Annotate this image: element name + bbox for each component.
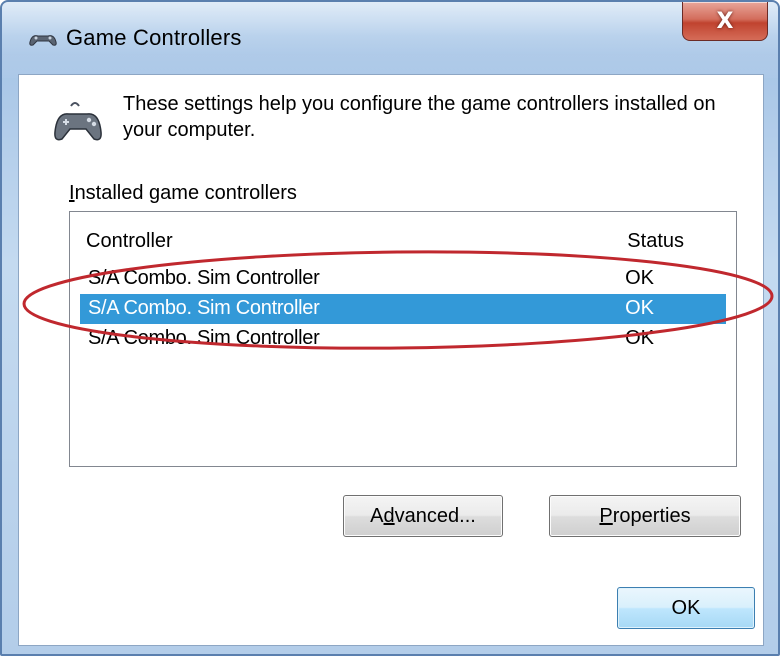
advanced-label-a: A bbox=[370, 504, 384, 527]
properties-accelerator: P bbox=[599, 504, 613, 527]
properties-label-rest: roperties bbox=[612, 504, 691, 527]
controller-name: S/A Combo. Sim Controller bbox=[88, 327, 320, 349]
controller-status: OK bbox=[625, 267, 654, 289]
close-icon: X bbox=[716, 8, 734, 34]
description-text: These settings help you configure the ga… bbox=[123, 93, 716, 141]
advanced-button[interactable]: Ad vanced... bbox=[343, 495, 503, 537]
controller-name: S/A Combo. Sim Controller bbox=[88, 297, 320, 319]
column-header-controller[interactable]: Controller bbox=[86, 230, 173, 253]
window-title: Game Controllers bbox=[66, 25, 242, 50]
controller-status: OK bbox=[625, 327, 654, 349]
list-item-selected[interactable]: S/A Combo. Sim Controller OK bbox=[80, 294, 726, 324]
game-controllers-window: Game Controllers X These settings help y… bbox=[0, 0, 780, 656]
ok-button[interactable]: OK bbox=[617, 587, 755, 629]
label-rest: nstalled game controllers bbox=[74, 182, 297, 204]
advanced-label-rest: vanced... bbox=[394, 504, 476, 527]
ok-label: OK bbox=[671, 596, 701, 619]
dialog-client-area: These settings help you configure the ga… bbox=[18, 74, 764, 646]
advanced-accelerator: d bbox=[383, 504, 395, 527]
controller-name: S/A Combo. Sim Controller bbox=[88, 267, 320, 289]
list-item[interactable]: S/A Combo. Sim Controller OK bbox=[80, 264, 726, 294]
controllers-listbox[interactable]: Controller Status S/A Combo. Sim Control… bbox=[69, 211, 737, 467]
column-header-status[interactable]: Status bbox=[627, 230, 684, 253]
controller-status: OK bbox=[625, 297, 654, 319]
gamepad-large-icon bbox=[54, 102, 102, 141]
close-button[interactable]: X bbox=[682, 2, 768, 41]
installed-controllers-label: Installed game controllers bbox=[69, 182, 297, 205]
properties-button[interactable]: Properties bbox=[549, 495, 741, 537]
list-item[interactable]: S/A Combo. Sim Controller OK bbox=[80, 324, 726, 354]
title-bar[interactable]: Game Controllers X bbox=[2, 2, 778, 78]
gamepad-icon bbox=[29, 35, 57, 46]
list-header: Controller Status bbox=[70, 212, 736, 254]
